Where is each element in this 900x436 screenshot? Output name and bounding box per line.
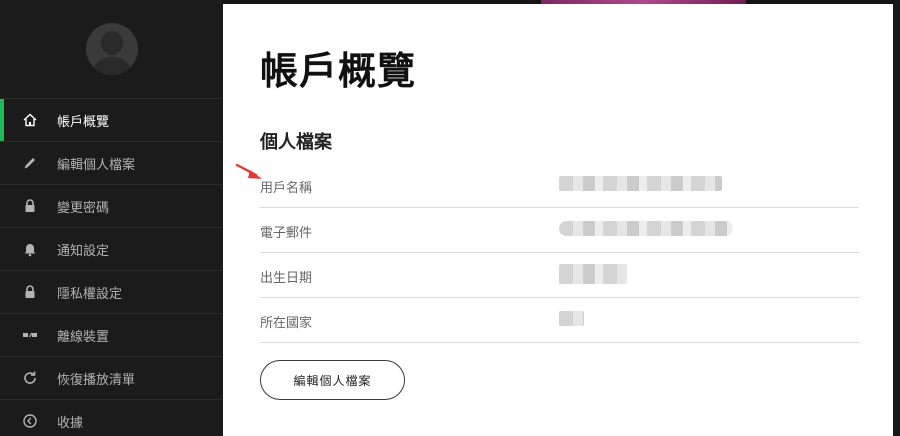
profile-row-country: 所在國家 [260,298,859,343]
profile-table: 用戶名稱 電子郵件 出生日期 所在國家 [260,163,859,343]
sidebar-nav: 帳戶概覽 編輯個人檔案 變更密碼 通知設定 隱私權設定 離線裝置 恢復播放清單 … [0,98,223,436]
profile-row-birthdate: 出生日期 [260,253,859,298]
sidebar-item-label: 恢復播放清單 [57,372,136,388]
avatar[interactable] [86,23,138,75]
blurred-value [559,176,722,191]
avatar-body [93,57,131,75]
lock-icon [22,198,38,214]
sidebar-item-label: 隱私權設定 [57,286,123,302]
main-content: 帳戶概覽 個人檔案 用戶名稱 電子郵件 出生日期 所在國家 編輯個人檔案 [223,4,893,436]
sidebar-item-edit-profile[interactable]: 編輯個人檔案 [0,141,223,184]
sidebar-item-label: 變更密碼 [57,200,110,216]
profile-row-username: 用戶名稱 [260,163,859,208]
offline-devices-icon [22,327,38,343]
pencil-icon [22,155,38,171]
annotation-arrow-icon [236,163,262,179]
sidebar-item-label: 編輯個人檔案 [57,157,136,173]
edit-profile-button[interactable]: 編輯個人檔案 [260,360,405,400]
blurred-value [559,311,584,326]
sidebar-item-label: 通知設定 [57,243,110,259]
sidebar-item-notification-settings[interactable]: 通知設定 [0,227,223,270]
lock-icon [22,284,38,300]
row-label: 所在國家 [260,316,313,331]
sidebar-item-offline-devices[interactable]: 離線裝置 [0,313,223,356]
sidebar-item-label: 帳戶概覽 [57,114,110,130]
profile-row-email: 電子郵件 [260,208,859,253]
sidebar: 帳戶概覽 編輯個人檔案 變更密碼 通知設定 隱私權設定 離線裝置 恢復播放清單 … [0,0,223,436]
row-label: 出生日期 [260,271,313,286]
home-icon [22,112,38,128]
sidebar-item-receipts[interactable]: 收據 [0,399,223,436]
blurred-value [559,264,627,284]
sidebar-item-account-overview[interactable]: 帳戶概覽 [0,98,223,141]
clock-icon [22,413,38,429]
sidebar-item-change-password[interactable]: 變更密碼 [0,184,223,227]
sidebar-item-label: 離線裝置 [57,329,110,345]
sidebar-item-label: 收據 [57,415,84,431]
blurred-value [559,221,733,236]
refresh-icon [22,370,38,386]
sidebar-item-privacy-settings[interactable]: 隱私權設定 [0,270,223,313]
row-label: 電子郵件 [260,226,313,241]
page-title: 帳戶概覽 [260,48,417,93]
account-page: 帳戶概覽 編輯個人檔案 變更密碼 通知設定 隱私權設定 離線裝置 恢復播放清單 … [0,0,900,436]
window-edge [893,0,900,436]
sidebar-item-restore-playlists[interactable]: 恢復播放清單 [0,356,223,399]
bell-icon [22,241,38,257]
section-title: 個人檔案 [260,132,332,153]
avatar-head [101,31,123,55]
row-label: 用戶名稱 [260,181,313,196]
